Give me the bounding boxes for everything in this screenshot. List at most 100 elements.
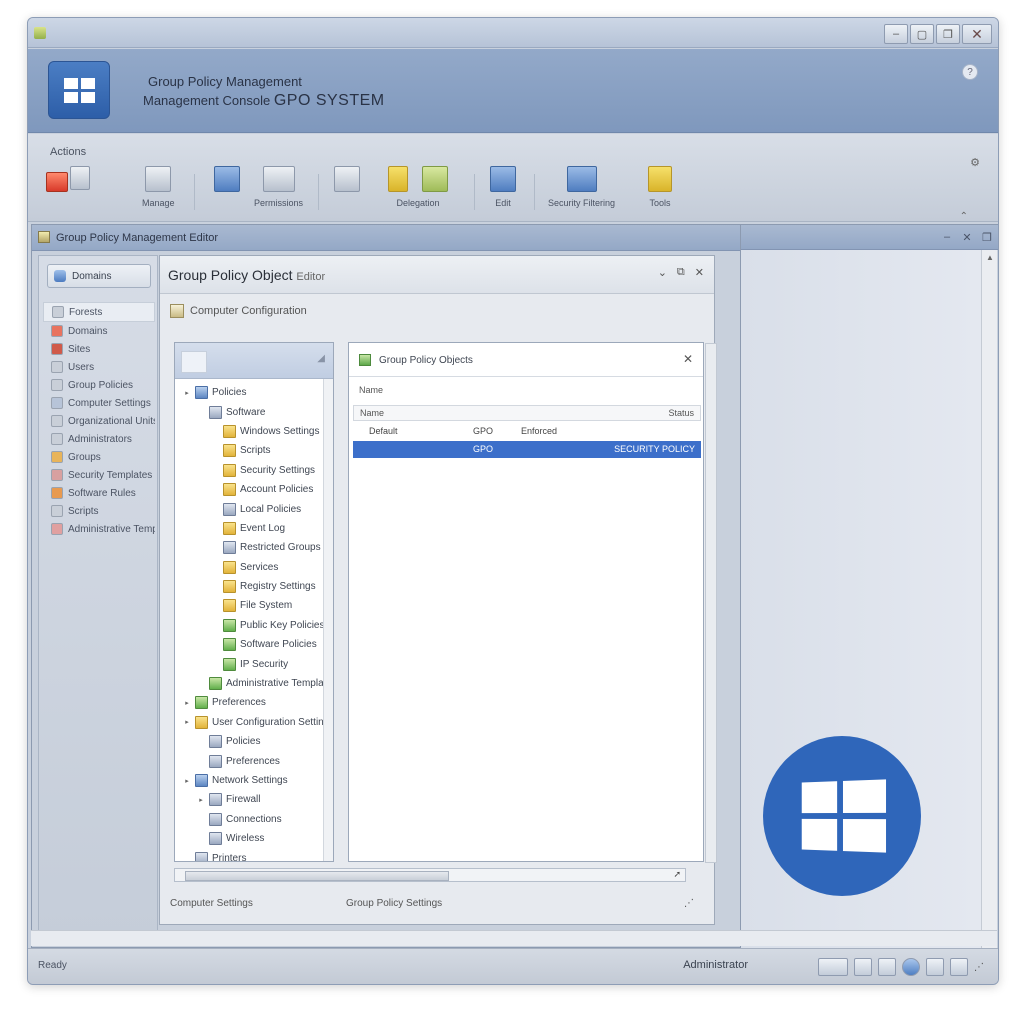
search-arrow-icon[interactable]: ◢: [317, 353, 325, 364]
maximize-button[interactable]: ▢: [910, 24, 934, 44]
tree-node[interactable]: IP Security: [175, 654, 333, 673]
tree-node[interactable]: Software Policies: [175, 635, 333, 654]
tree-node[interactable]: ▸ User Configuration Settings: [175, 713, 333, 732]
gear-icon[interactable]: ⚙: [970, 156, 980, 169]
layout-icon[interactable]: [854, 958, 872, 976]
nav-item[interactable]: Administrative Templates: [43, 520, 155, 538]
ribbon-group-2[interactable]: [214, 166, 240, 216]
ribbon-group-manage[interactable]: Manage: [142, 166, 175, 216]
column-header-status[interactable]: Status: [668, 408, 694, 418]
ribbon-tab-actions[interactable]: Actions: [50, 146, 86, 158]
settings-icon: [209, 405, 222, 419]
ribbon-group-delegation[interactable]: Delegation: [388, 166, 448, 216]
column-headers: Name Status: [353, 405, 701, 421]
nav-item[interactable]: Scripts: [43, 502, 155, 520]
nav-item[interactable]: Forests: [43, 302, 155, 322]
tree-node[interactable]: Registry Settings: [175, 577, 333, 596]
editor-title-bar[interactable]: Group Policy Management Editor: [32, 225, 740, 251]
tree-node[interactable]: Services: [175, 558, 333, 577]
tree-node[interactable]: Preferences: [175, 751, 333, 770]
collapse-ribbon-icon[interactable]: ⌃: [960, 211, 968, 222]
ribbon-group-security-filtering[interactable]: Security Filtering: [548, 166, 615, 216]
nav-item[interactable]: Software Rules: [43, 484, 155, 502]
tree-search-bar[interactable]: ◢: [175, 343, 333, 379]
restore-button[interactable]: ❐: [936, 24, 960, 44]
detail-scrollbar[interactable]: [705, 343, 717, 863]
tree-node[interactable]: Account Policies: [175, 480, 333, 499]
help-icon[interactable]: ?: [962, 64, 978, 80]
tree-scrollbar[interactable]: [323, 379, 333, 861]
minimize-button[interactable]: –: [884, 24, 908, 44]
nav-item[interactable]: Users: [43, 358, 155, 376]
tree-node[interactable]: Administrative Templates: [175, 674, 333, 693]
tree-node[interactable]: Public Key Policies: [175, 616, 333, 635]
expand-icon[interactable]: ▸: [183, 718, 191, 726]
close-button[interactable]: ✕: [962, 24, 992, 44]
tree-node[interactable]: ▸ Firewall: [175, 790, 333, 809]
right-panel-scrollbar[interactable]: ▲ ▼: [981, 250, 997, 948]
bottom-scrollbar[interactable]: [31, 930, 997, 946]
tree-node[interactable]: ▸ Network Settings: [175, 771, 333, 790]
table-row[interactable]: GPO SECURITY POLICY: [353, 441, 701, 458]
ribbon-group-permissions[interactable]: Permissions: [254, 166, 303, 216]
expand-icon[interactable]: ▸: [183, 699, 191, 707]
expand-icon[interactable]: ▸: [197, 796, 205, 804]
nav-item[interactable]: Computer Settings: [43, 394, 155, 412]
scroll-thumb[interactable]: [185, 871, 449, 881]
tree-node[interactable]: Restricted Groups: [175, 538, 333, 557]
close-icon[interactable]: ✕: [683, 352, 693, 366]
tree-node-label: Registry Settings: [240, 581, 316, 593]
expand-icon[interactable]: ▸: [183, 389, 191, 397]
tree-node[interactable]: ▸ Preferences: [175, 693, 333, 712]
ribbon-group-0[interactable]: [46, 166, 90, 216]
nav-item[interactable]: Security Templates: [43, 466, 155, 484]
refresh-icon[interactable]: [878, 958, 896, 976]
nav-item[interactable]: Groups: [43, 448, 155, 466]
breadcrumb[interactable]: Computer Configuration: [170, 304, 307, 318]
nav-item[interactable]: Administrators: [43, 430, 155, 448]
view-toggle-icon[interactable]: [818, 958, 848, 976]
expand-icon[interactable]: ▸: [183, 777, 191, 785]
tree-node[interactable]: Scripts: [175, 441, 333, 460]
tree-node[interactable]: Windows Settings: [175, 422, 333, 441]
tree-node[interactable]: Security Settings: [175, 461, 333, 480]
horizontal-scrollbar[interactable]: ➚: [174, 868, 686, 882]
resize-grip-icon[interactable]: ⋰: [974, 962, 984, 973]
scroll-up-icon[interactable]: ▲: [982, 250, 998, 264]
tree-node[interactable]: Wireless: [175, 829, 333, 848]
restore-icon[interactable]: ❐: [979, 229, 995, 245]
dropdown-icon[interactable]: ⌄: [658, 266, 667, 279]
tree-node[interactable]: Connections: [175, 810, 333, 829]
minimize-icon[interactable]: –: [939, 229, 955, 245]
tree-node[interactable]: ▸ Policies: [175, 383, 333, 402]
zoom-icon[interactable]: [950, 958, 968, 976]
close-icon[interactable]: ✕: [959, 229, 975, 245]
folder-icon: [223, 560, 236, 574]
network-icon[interactable]: [902, 958, 920, 976]
tree-node[interactable]: Event Log: [175, 519, 333, 538]
tree-node[interactable]: Software: [175, 402, 333, 421]
column-header-name[interactable]: Name: [360, 408, 384, 418]
restore-icon[interactable]: ⧉: [677, 266, 685, 279]
app-icon: [34, 27, 46, 39]
nav-item[interactable]: Organizational Units: [43, 412, 155, 430]
ribbon-group-tools[interactable]: Tools: [648, 166, 672, 216]
nav-header[interactable]: Domains: [47, 264, 151, 288]
tree-node-label: Network Settings: [212, 775, 288, 786]
nav-item[interactable]: Domains: [43, 322, 155, 340]
settings-icon[interactable]: [926, 958, 944, 976]
nav-item[interactable]: Group Policies: [43, 376, 155, 394]
tree-node[interactable]: Printers: [175, 848, 333, 861]
tree-node[interactable]: Local Policies: [175, 499, 333, 518]
tree-node[interactable]: File System: [175, 596, 333, 615]
tree-node-label: Windows Settings: [240, 425, 320, 437]
resize-grip-icon[interactable]: ⋰: [684, 898, 694, 909]
nav-item[interactable]: Sites: [43, 340, 155, 358]
close-icon[interactable]: ✕: [695, 266, 704, 279]
tree-node[interactable]: Policies: [175, 732, 333, 751]
outer-title-bar[interactable]: – ▢ ❐ ✕: [28, 18, 998, 48]
ribbon-group-4[interactable]: [334, 166, 360, 216]
ribbon-group-edit[interactable]: Edit: [490, 166, 516, 216]
tree-search-input[interactable]: [181, 351, 207, 373]
table-row[interactable]: Default GPO Enforced: [353, 423, 701, 440]
